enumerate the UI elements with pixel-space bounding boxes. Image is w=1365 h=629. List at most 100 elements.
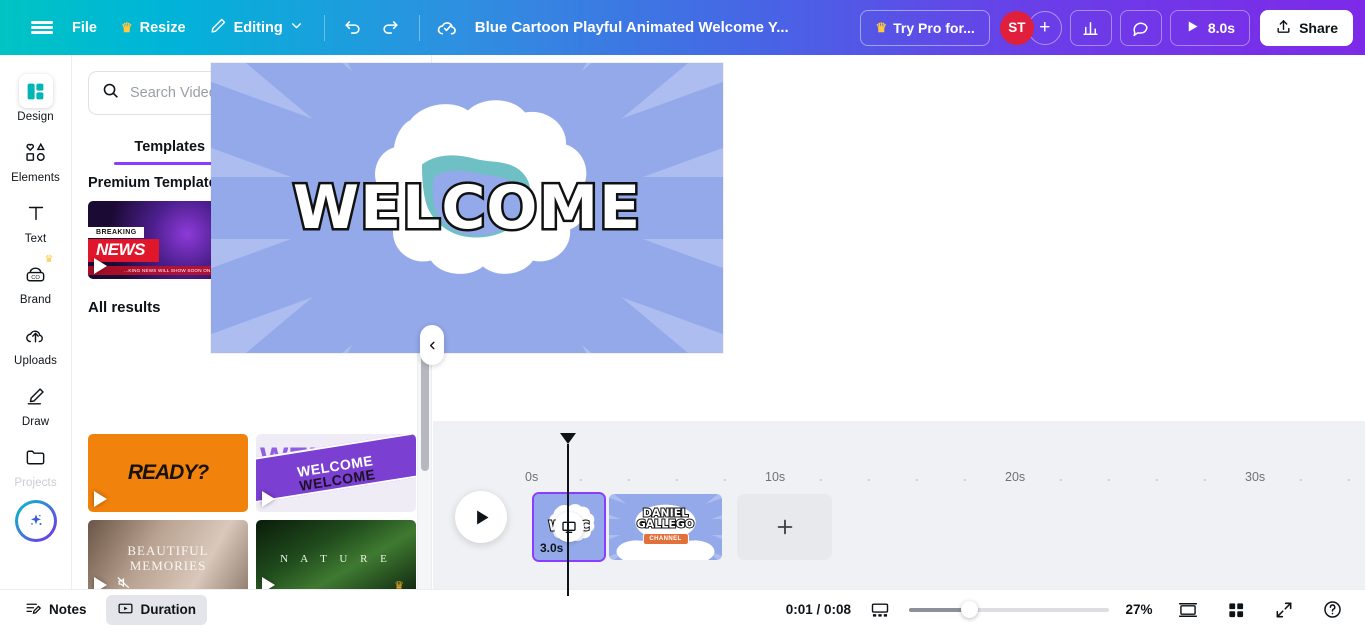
pencil-icon — [210, 17, 227, 38]
collapse-panel-button[interactable] — [420, 325, 444, 365]
resize-button[interactable]: ♛ Resize — [109, 10, 198, 46]
template-thumb-nature[interactable]: N A T U R E ♛ — [256, 520, 416, 598]
timeline-clip-welcome[interactable]: WELC 3.0s — [532, 492, 606, 562]
chevron-down-icon — [290, 19, 303, 36]
ruler-label: 20s — [1005, 470, 1026, 484]
news-tag: BREAKING — [88, 227, 144, 238]
ruler-tick — [1300, 479, 1302, 481]
draw-icon — [19, 379, 53, 413]
grid-view-icon[interactable] — [1217, 595, 1255, 625]
play-icon-3 — [94, 491, 107, 507]
fullscreen-icon[interactable] — [1265, 595, 1303, 625]
design-icon — [18, 74, 53, 108]
share-button[interactable]: Share — [1260, 9, 1353, 46]
screen-icon[interactable] — [554, 512, 584, 542]
projects-folder-icon — [19, 440, 53, 474]
timeline-clip-daniel-gallego[interactable]: DANIEL GALLEGO CHANNEL — [609, 494, 722, 560]
share-upload-icon — [1275, 18, 1292, 38]
clip2-text: DANIEL GALLEGO — [609, 506, 722, 531]
duration-label: Duration — [140, 602, 197, 617]
rail-item-brand[interactable]: CO ♛ Brand — [4, 252, 68, 313]
ruler-tick — [820, 479, 822, 481]
try-pro-button[interactable]: ♛ Try Pro for... — [860, 9, 990, 46]
rail-item-uploads[interactable]: Uploads — [4, 313, 68, 374]
add-page-button[interactable] — [737, 494, 832, 560]
template-thumb-welcome[interactable]: WELCOME WELCOME WELCOME — [256, 434, 416, 512]
magic-studio-button[interactable] — [14, 500, 57, 542]
search-icon — [101, 81, 120, 105]
template-thumb-ready[interactable]: READY? — [88, 434, 248, 512]
rail-label-design: Design — [17, 111, 54, 123]
canva-video-editor: File ♛ Resize Editing Blue Cartoon Playf… — [0, 0, 1365, 629]
zoom-knob[interactable] — [961, 601, 978, 618]
rail-label-projects: Projects — [14, 477, 57, 489]
clip2-channel-badge: CHANNEL — [642, 533, 689, 545]
canvas-welcome-text[interactable]: WELCOME — [211, 171, 723, 246]
ruler-tick — [580, 479, 582, 481]
share-label: Share — [1299, 19, 1338, 36]
timeline-play-button[interactable] — [455, 491, 507, 543]
ruler-label: 0s — [525, 470, 539, 484]
rail-item-design[interactable]: Design — [4, 69, 68, 130]
ready-text: READY? — [127, 461, 209, 484]
rail-item-text[interactable]: Text — [4, 191, 68, 252]
crown-icon-brand: ♛ — [44, 254, 54, 265]
top-header-bar: File ♛ Resize Editing Blue Cartoon Playf… — [0, 0, 1365, 55]
ruler-tick — [868, 479, 870, 481]
design-canvas[interactable]: WELCOME — [211, 63, 723, 353]
cloud-check-saved-icon[interactable] — [429, 10, 467, 46]
rail-item-draw[interactable]: Draw — [4, 374, 68, 435]
rail-label-uploads: Uploads — [14, 355, 57, 367]
crown-icon-pro: ♛ — [875, 20, 888, 35]
undo-icon[interactable] — [334, 10, 372, 46]
ruler-tick — [916, 479, 918, 481]
nature-text: N A T U R E — [280, 553, 392, 565]
text-icon — [19, 196, 53, 230]
insights-bar-chart-icon[interactable] — [1069, 9, 1112, 46]
comment-bubble-icon[interactable] — [1119, 9, 1162, 46]
zoom-percent-label[interactable]: 27% — [1119, 602, 1159, 617]
try-pro-label: Try Pro for... — [893, 19, 975, 36]
hamburger-menu-icon[interactable] — [24, 10, 60, 46]
ruler-tick — [1348, 479, 1350, 481]
time-display: 0:01 / 0:08 — [785, 602, 851, 617]
avatar[interactable]: ST — [999, 10, 1034, 45]
duration-play-icon — [117, 600, 134, 620]
zoom-fill — [909, 607, 969, 612]
elements-icon — [19, 135, 53, 169]
sparkle-icon — [17, 503, 54, 539]
document-title[interactable]: Blue Cartoon Playful Animated Welcome Y.… — [475, 19, 789, 36]
rail-label-text: Text — [24, 233, 47, 245]
collaborators: ST + — [999, 10, 1062, 45]
fit-page-icon[interactable] — [1169, 595, 1207, 625]
play-triangle-icon — [1185, 19, 1200, 37]
template-thumb-beautiful-memories[interactable]: BEAUTIFUL MEMORIES — [88, 520, 248, 598]
duration-button[interactable]: Duration — [105, 594, 208, 625]
notes-label: Notes — [49, 602, 87, 617]
timeline-view-icon[interactable] — [861, 595, 899, 625]
ruler-tick — [628, 479, 630, 481]
memories-line-2: MEMORIES — [129, 558, 207, 573]
playhead-marker[interactable] — [560, 433, 576, 444]
ruler-tick — [724, 479, 726, 481]
resize-label: Resize — [139, 19, 186, 36]
rail-item-projects[interactable]: Projects — [4, 435, 68, 496]
ruler-tick — [676, 479, 678, 481]
play-icon-4 — [262, 491, 275, 507]
clip2-line-2: GALLEGO — [636, 517, 695, 531]
file-menu-label: File — [72, 19, 97, 36]
editing-mode-button[interactable]: Editing — [198, 10, 315, 46]
ruler-tick — [964, 479, 966, 481]
rail-item-elements[interactable]: Elements — [4, 130, 68, 191]
redo-icon[interactable] — [372, 10, 410, 46]
zoom-slider[interactable] — [909, 600, 1109, 620]
left-tool-rail: Design Elements Text CO ♛ Brand Uploads … — [0, 55, 72, 629]
preview-duration-label: 8.0s — [1207, 19, 1236, 36]
help-icon[interactable] — [1313, 595, 1351, 625]
tab-templates-label: Templates — [134, 139, 206, 155]
preview-play-button[interactable]: 8.0s — [1169, 9, 1251, 46]
file-menu-button[interactable]: File — [60, 10, 109, 46]
notes-button[interactable]: Notes — [14, 595, 98, 625]
clip-duration-label[interactable]: 3.0s — [540, 541, 563, 555]
header-divider — [323, 14, 325, 41]
